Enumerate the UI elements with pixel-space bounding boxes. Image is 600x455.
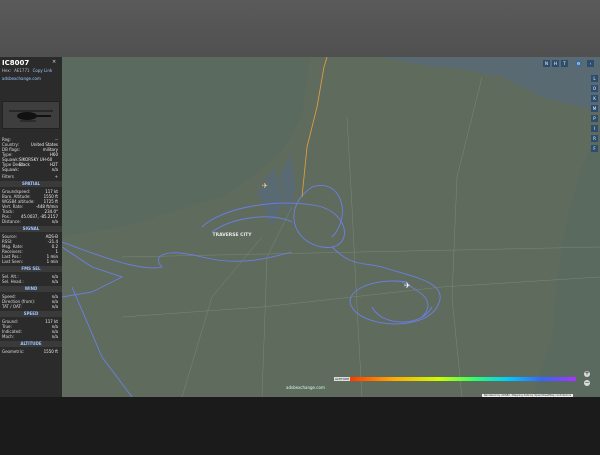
info-row: Geometric: 1550 ft bbox=[2, 349, 58, 354]
map-canvas[interactable] bbox=[62, 57, 600, 397]
section-header-spatial[interactable]: SPATIAL bbox=[0, 181, 62, 187]
map-side-button-l[interactable]: L bbox=[591, 75, 598, 82]
map-button-h[interactable]: H bbox=[552, 60, 559, 67]
altitude-legend-bar bbox=[348, 377, 576, 381]
zoom-in-button[interactable]: + bbox=[584, 371, 590, 377]
plus-icon[interactable]: + bbox=[55, 174, 58, 179]
info-value: n/a bbox=[51, 334, 58, 339]
section-header-speed[interactable]: SPEED bbox=[0, 311, 62, 317]
info-key: Geometric: bbox=[2, 349, 25, 354]
aircraft-marker-icon[interactable]: ✈ bbox=[404, 281, 411, 290]
info-row: Squawk: n/a bbox=[2, 167, 58, 172]
aircraft-info-panel: IC8007 × Hex: AE1771 Copy Link adsbexchang… bbox=[0, 57, 62, 397]
site-link[interactable]: adsbexchange.com bbox=[2, 76, 41, 81]
adsbx-logo[interactable]: adsbexchange.com bbox=[286, 385, 325, 390]
map-button-n[interactable]: N bbox=[543, 60, 550, 67]
info-row: Mach: n/a bbox=[2, 334, 58, 339]
info-row: Sel. Head.: n/a bbox=[2, 279, 58, 284]
map-button-t[interactable]: T bbox=[561, 60, 568, 67]
bottom-band bbox=[0, 397, 600, 455]
browser-top-band bbox=[0, 0, 600, 57]
filters-row[interactable]: Filters + bbox=[2, 174, 58, 179]
legend-label: ALTITUDE bbox=[334, 377, 351, 381]
close-icon[interactable]: × bbox=[52, 59, 56, 65]
info-value: n/a bbox=[51, 304, 58, 309]
zoom-out-button[interactable]: − bbox=[584, 380, 590, 386]
hex-line: Hex: AE1771 Copy Link bbox=[2, 68, 55, 73]
info-key: Distance: bbox=[2, 219, 21, 224]
info-row: Distance: n/a bbox=[2, 219, 58, 224]
info-value: n/a bbox=[51, 279, 58, 284]
city-label-traverse: TRAVERSE CITY bbox=[212, 233, 252, 238]
section-header-signal[interactable]: SIGNAL bbox=[0, 226, 62, 232]
info-key: Last Seen: bbox=[2, 259, 23, 264]
hex-code: AE1771 bbox=[14, 68, 30, 73]
section-header-wind[interactable]: WIND bbox=[0, 286, 62, 292]
map-view[interactable]: TRAVERSE CITY ✈ ✈ ALTITUDE adsbexchange.… bbox=[62, 57, 600, 397]
land-mass bbox=[62, 57, 600, 397]
hex-label: Hex: bbox=[2, 68, 12, 73]
settings-gear-icon[interactable]: ⚙ bbox=[575, 60, 582, 67]
info-value: 1 min bbox=[46, 259, 58, 264]
map-side-button-f[interactable]: F bbox=[591, 145, 598, 152]
section-header-altitude[interactable]: ALTITUDE bbox=[0, 341, 62, 347]
info-key: Sel. Head.: bbox=[2, 279, 24, 284]
map-side-button-p[interactable]: P bbox=[591, 115, 598, 122]
aircraft-photo bbox=[2, 101, 60, 129]
map-side-button-i[interactable]: I bbox=[591, 125, 598, 132]
info-value: n/a bbox=[51, 219, 58, 224]
map-side-button-m[interactable]: M bbox=[591, 105, 598, 112]
info-key: TAT / OAT: bbox=[2, 304, 22, 309]
map-side-button-k[interactable]: K bbox=[591, 95, 598, 102]
info-key: Squawk: bbox=[2, 167, 19, 172]
aircraft-marker-icon-2[interactable]: ✈ bbox=[262, 182, 268, 190]
filters-label: Filters bbox=[2, 174, 14, 179]
info-row: TAT / OAT: n/a bbox=[2, 304, 58, 309]
section-header-fms[interactable]: FMS SEL bbox=[0, 266, 62, 272]
info-value: 1550 ft bbox=[43, 349, 58, 354]
collapse-chevron-icon[interactable]: ‹ bbox=[587, 60, 594, 67]
copy-link[interactable]: Copy Link bbox=[33, 68, 53, 73]
helicopter-icon bbox=[9, 110, 53, 122]
info-key: Mach: bbox=[2, 334, 14, 339]
info-value: n/a bbox=[51, 167, 58, 172]
map-side-button-o[interactable]: O bbox=[591, 85, 598, 92]
callsign: IC8007 bbox=[2, 59, 30, 67]
map-side-button-r[interactable]: R bbox=[591, 135, 598, 142]
info-row: Last Seen: 1 min bbox=[2, 259, 58, 264]
